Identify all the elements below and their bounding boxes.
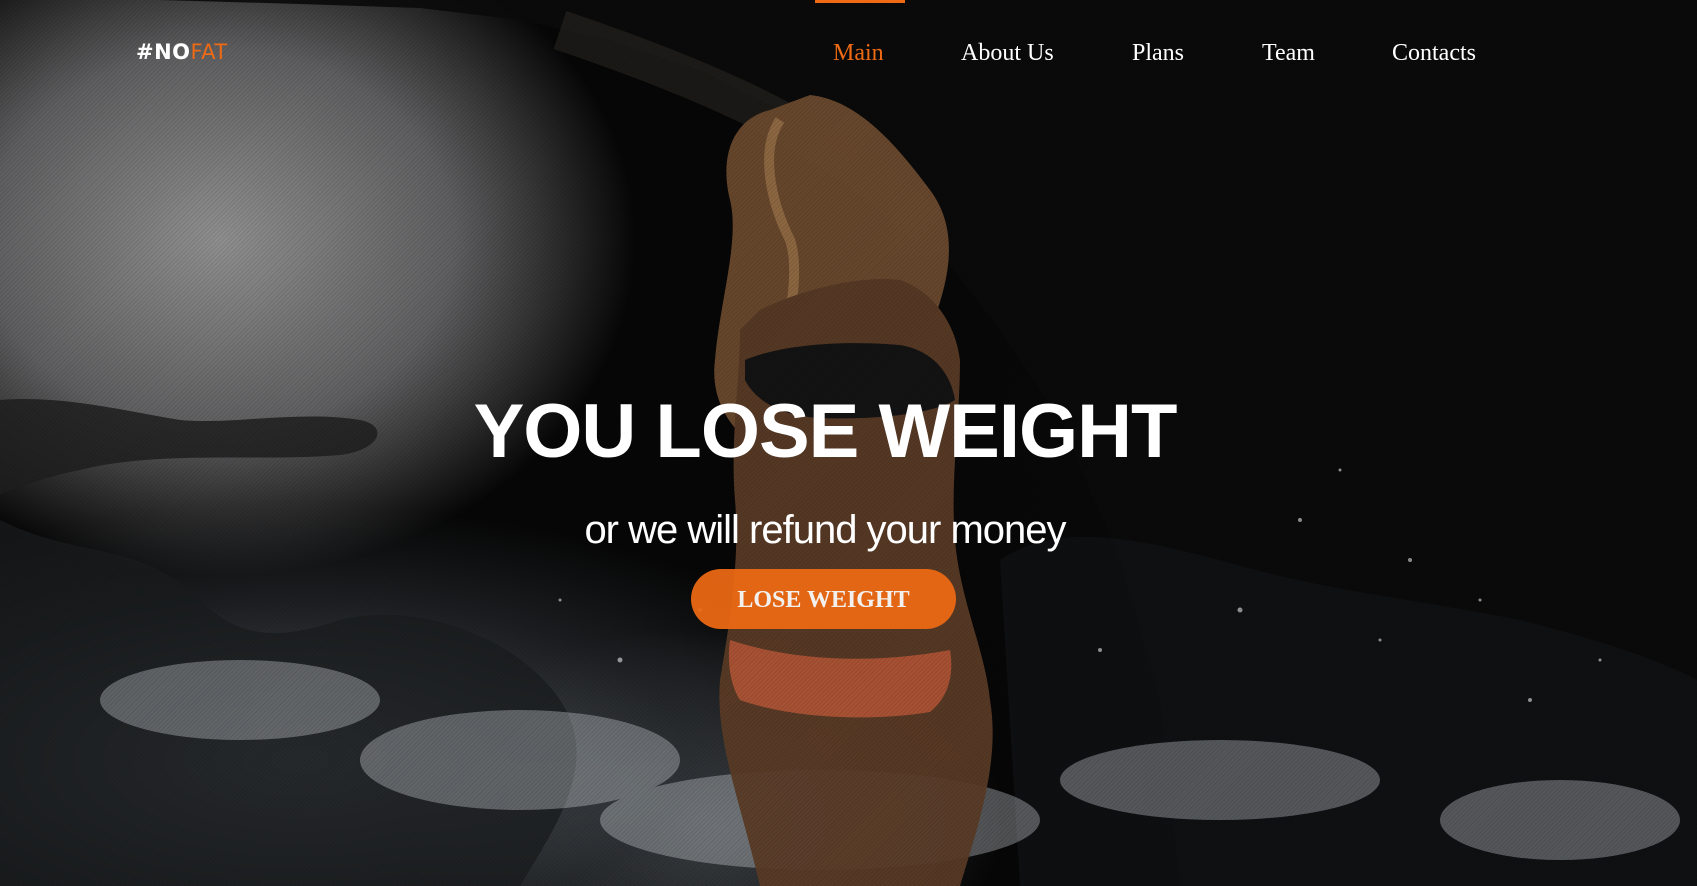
nav-item-main[interactable]: Main (833, 40, 884, 67)
hero-subheadline: or we will refund your money (584, 508, 1066, 552)
hero-section: #NOFAT Main About Us Plans Team Contacts… (0, 0, 1697, 886)
nav-item-plans[interactable]: Plans (1132, 40, 1184, 67)
nav-item-contacts[interactable]: Contacts (1392, 40, 1476, 67)
nav-item-about-us[interactable]: About Us (961, 40, 1054, 67)
main-navigation: Main About Us Plans Team Contacts (0, 0, 1697, 110)
hero-headline: YOU LOSE WEIGHT (473, 389, 1178, 474)
lose-weight-button[interactable]: LOSE WEIGHT (691, 569, 956, 629)
nav-item-team[interactable]: Team (1262, 40, 1315, 67)
nav-active-indicator (815, 0, 905, 3)
